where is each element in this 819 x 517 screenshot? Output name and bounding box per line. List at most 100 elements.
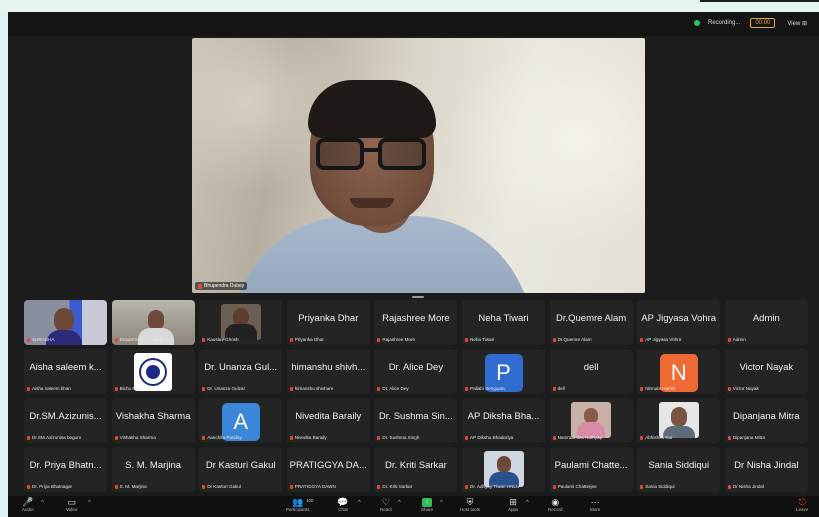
recording-timer[interactable]: 00:00 xyxy=(750,18,776,28)
participant-tile[interactable]: Kaustav Ghosh xyxy=(199,300,283,345)
participant-label-text: Aanchita Pandey xyxy=(207,435,242,440)
react-options-chevron-icon[interactable]: ^ xyxy=(398,500,401,506)
participant-tile[interactable]: SHRADHA xyxy=(24,300,107,345)
participant-tile[interactable]: A Aanchita Pandey xyxy=(199,398,283,443)
participant-display-name: Dr. Kriti Sarkar xyxy=(385,460,447,471)
mic-muted-icon xyxy=(202,435,206,440)
mic-muted-icon xyxy=(27,337,30,342)
mic-muted-icon xyxy=(552,435,556,440)
participant-label-text: Dr Nisha Jindal xyxy=(732,484,764,489)
participant-display-name: AP Diksha Bha... xyxy=(467,411,540,422)
video-label: Video xyxy=(66,507,78,512)
mic-muted-icon xyxy=(727,337,731,342)
apps-options-chevron-icon[interactable]: ^ xyxy=(526,500,529,506)
participant-tile[interactable]: Sania Siddiqui Sania Siddiqui xyxy=(637,447,721,492)
participant-tile[interactable]: Dipanjana Mitra Dipanjana Mitra xyxy=(724,398,808,443)
record-button[interactable]: ◉ Record xyxy=(548,498,563,513)
participant-tile[interactable]: Abhishek Kar xyxy=(637,398,721,443)
participant-tile[interactable]: Dr Kasturi Gakul Dr Kasturi Gakul xyxy=(199,447,283,492)
participant-name-label: Aisha saleem khan xyxy=(27,386,71,391)
audio-button[interactable]: 🎤 Audio xyxy=(22,498,34,513)
host-tools-button[interactable]: ⛨ Host tools xyxy=(460,498,480,513)
participant-name-label: Dr Nisha Jindal xyxy=(727,484,764,489)
participant-tile[interactable]: Dr. Sushma Sin... Dr. Sushma Singh xyxy=(374,398,458,443)
share-options-chevron-icon[interactable]: ^ xyxy=(440,500,443,506)
participant-name-label: Victor Nayak xyxy=(727,386,759,391)
more-button[interactable]: ⋯ More xyxy=(590,497,600,513)
participant-tile[interactable]: AP Diksha Bha... AP Diksha Bhadoriya xyxy=(462,398,545,443)
participant-tile[interactable]: Dr. Alice Dey Dr. Alice Dey xyxy=(374,349,458,394)
participant-tile[interactable]: Vishakha Sharma Vishakha Sharma xyxy=(111,398,195,443)
participant-tile[interactable]: Dr Nisha Jindal Dr Nisha Jindal xyxy=(724,447,808,492)
participant-tile[interactable]: N Nirmala Harish xyxy=(637,349,721,394)
speaker-mouth xyxy=(350,198,394,208)
participant-name-label: Dr.SM.Azizunisa begum xyxy=(27,435,81,440)
participant-name-label: AP Jigyasa Vohra xyxy=(640,337,681,342)
video-options-chevron-icon[interactable]: ^ xyxy=(88,500,91,506)
meeting-toolbar: 🎤 Audio ^ ▭ Video ^ 👥 Participants 100 💬… xyxy=(8,496,819,517)
participant-tile[interactable]: Aisha saleem k... Aisha saleem khan xyxy=(24,349,107,394)
chat-options-chevron-icon[interactable]: ^ xyxy=(358,500,361,506)
participant-tile[interactable]: Nivedita Baraily Nivedita Baraily xyxy=(286,398,370,443)
view-label: View xyxy=(787,20,801,27)
participant-name-label: Neha Tiwari xyxy=(465,337,494,342)
participant-tile[interactable]: Department of Law (S.T)... xyxy=(111,300,195,345)
view-button[interactable]: View ⊞ xyxy=(787,20,807,27)
participant-tile[interactable]: Rajashree More Rajashree More xyxy=(374,300,458,345)
participant-label-text: SHRADHA xyxy=(32,337,55,342)
participant-name-label: Dipanjana Mitra xyxy=(727,435,765,440)
recording-status[interactable]: Recording... 00:00 View ⊞ xyxy=(694,18,807,28)
more-icon: ⋯ xyxy=(590,497,600,507)
participant-tile[interactable]: P Pallabi Sengupta xyxy=(462,349,545,394)
participant-display-name: Sania Siddiqui xyxy=(648,460,710,471)
leave-button[interactable]: ⎋ Leave xyxy=(796,498,809,513)
participant-tile[interactable]: Admin Admin xyxy=(724,300,808,345)
resize-handle[interactable] xyxy=(412,296,424,298)
participant-label-text: S. M. Marjina xyxy=(119,484,147,489)
participant-display-name: Dr Kasturi Gakul xyxy=(205,460,276,471)
participant-name-label: Nirmala Harish xyxy=(640,386,676,391)
participant-tile[interactable]: Dr.Quemre Alam Dr.Quemre Alam xyxy=(549,300,633,345)
participant-tile[interactable]: Dr. Unanza Gul... Dr. Unanza Gulzar xyxy=(199,349,283,394)
participant-tile[interactable]: Dr. Adhyay Tiwari HNLU xyxy=(462,447,545,492)
mic-muted-icon xyxy=(465,337,468,342)
participant-tile[interactable]: Dr.SM.Azizunis... Dr.SM.Azizunisa begum xyxy=(24,398,107,443)
mic-muted-icon xyxy=(377,435,381,440)
participant-tile[interactable]: Priyanka Dhar Priyanka Dhar xyxy=(286,300,370,345)
participant-tile[interactable]: dell dell xyxy=(549,349,633,394)
video-button[interactable]: ▭ Video xyxy=(66,498,78,513)
participant-tile[interactable]: PRATIGGYA DA... PRATIGGYA DAWN xyxy=(286,447,370,492)
participant-tile[interactable]: Neha Tiwari Neha Tiwari xyxy=(462,300,545,345)
participant-name-label: Abhishek Kar xyxy=(640,435,673,440)
participant-label-text: Paulami Chatterjee xyxy=(557,484,597,489)
participant-display-name: dell xyxy=(583,362,599,373)
participant-name-label: Sania Siddiqui xyxy=(640,484,675,489)
participant-tile[interactable]: S. M. Marjina S. M. Marjina xyxy=(111,447,195,492)
participant-tile[interactable]: himanshu shivh... himanshu shivhare xyxy=(286,349,370,394)
participant-tile[interactable]: Victor Nayak Victor Nayak xyxy=(724,349,808,394)
participant-tile[interactable]: Dr. Kriti Sarkar Dr. Kriti Sarkar xyxy=(374,447,458,492)
apps-button[interactable]: ⊞ Apps xyxy=(508,498,518,513)
mic-muted-icon xyxy=(114,484,118,489)
mic-icon xyxy=(198,283,202,289)
participant-display-name: Dipanjana Mitra xyxy=(733,411,800,422)
participant-tile[interactable]: Bichu Milan xyxy=(111,349,195,394)
share-button[interactable]: ↑ Share xyxy=(421,498,433,512)
audio-options-chevron-icon[interactable]: ^ xyxy=(41,500,44,506)
participant-tile[interactable]: AP Jigyasa Vohra AP Jigyasa Vohra xyxy=(637,300,721,345)
participant-tile[interactable]: Dr. Priya Bhatn... Dr. Priya Bhatnagar xyxy=(24,447,107,492)
participant-label-text: Dr. Alice Dey xyxy=(382,386,409,391)
mic-muted-icon xyxy=(640,386,644,391)
react-button[interactable]: ♡ React xyxy=(380,498,392,513)
leave-label: Leave xyxy=(796,507,809,512)
participant-name-label: Rajashree More xyxy=(377,337,415,342)
participant-tile[interactable]: Namrata das Nathyap xyxy=(549,398,633,443)
participant-label-text: Pallabi Sengupta xyxy=(470,386,505,391)
participant-label-text: PRATIGGYA DAWN xyxy=(294,484,336,489)
chat-button[interactable]: 💬 Chat xyxy=(337,498,348,513)
mic-muted-icon xyxy=(377,386,381,391)
participant-label-text: Priyanka Dhar xyxy=(294,337,324,342)
participant-label-text: Bichu Milan xyxy=(119,386,144,391)
active-speaker-video[interactable]: Bhupendra Dubey xyxy=(192,38,645,293)
participant-tile[interactable]: Paulami Chatte... Paulami Chatterjee xyxy=(549,447,633,492)
